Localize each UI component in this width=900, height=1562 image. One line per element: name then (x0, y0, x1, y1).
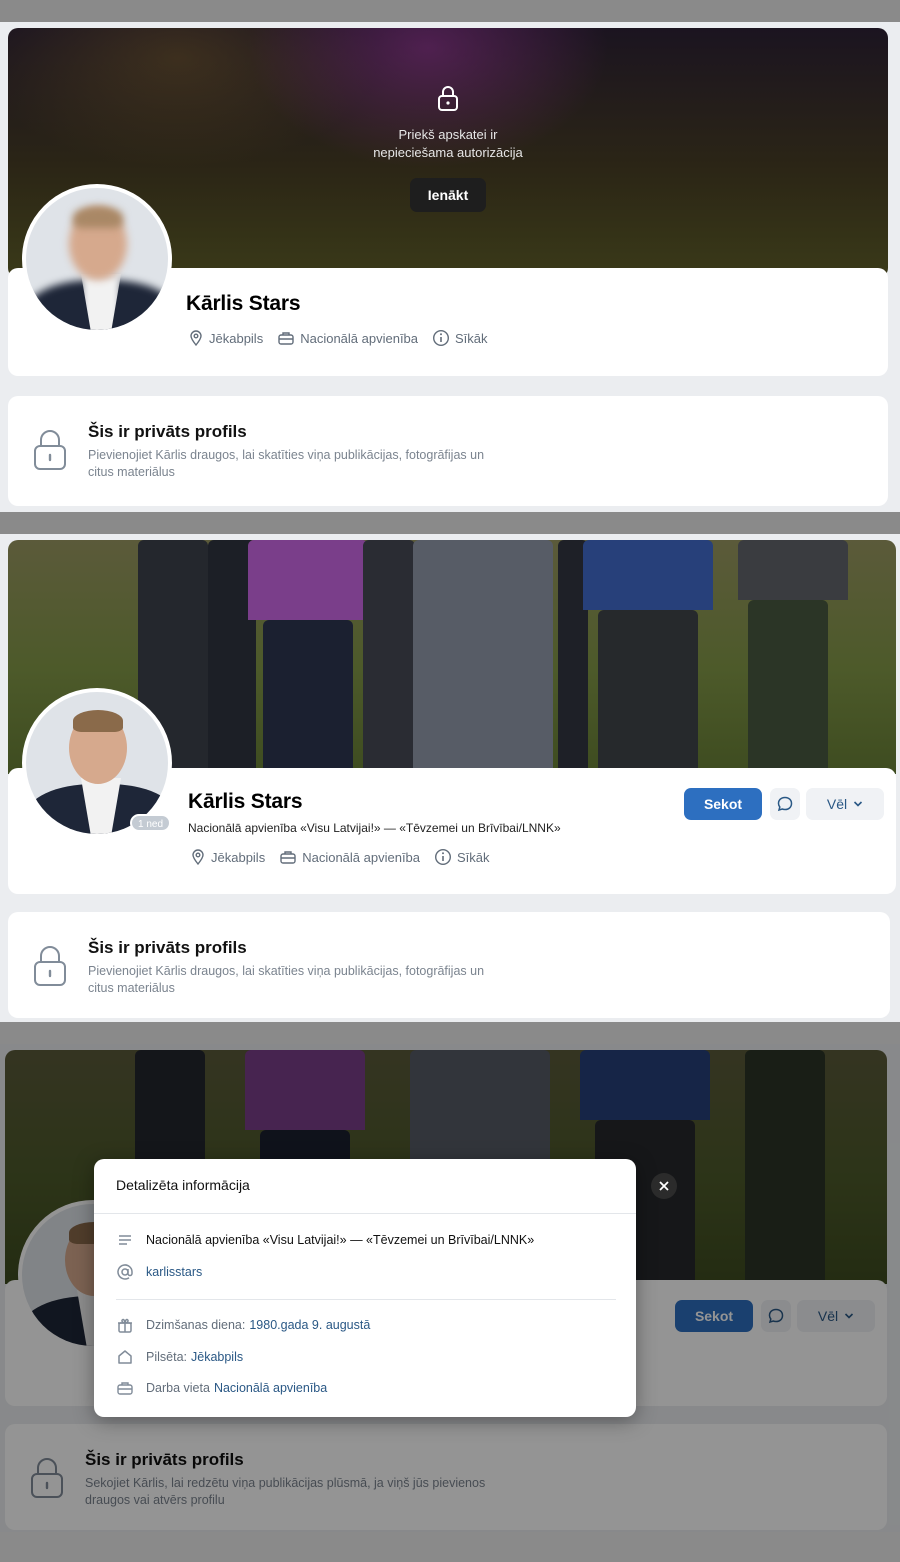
private-profile-description: Pievienojiet Kārlis draugos, lai skatīti… (88, 964, 485, 995)
screenshot-panel-details-modal: Sekot Vēl Šis ir privāts profils Sekojie… (0, 1044, 900, 1532)
divider (94, 1213, 636, 1214)
work-text: Nacionālā apvienība (302, 849, 421, 865)
profile-tagline: Nacionālā apvienība «Visu Latvijai!» — «… (188, 821, 561, 835)
more-label: Vēl (826, 796, 848, 812)
text-lines-icon (119, 1235, 131, 1245)
birthday-value[interactable]: 1980.gada 9. augustā (249, 1318, 370, 1332)
online-time-badge: 1 ned (130, 814, 172, 832)
details-modal: Detalizēta informācija Nacionālā apvienī… (94, 1159, 636, 1417)
location-pin-icon (190, 330, 202, 346)
auth-message-line2: nepieciešama autorizācija (373, 145, 523, 160)
avatar-blurred (22, 184, 172, 334)
screenshot-panel-logged-out: Priekš apskatei ir nepieciešama autorizā… (0, 22, 900, 512)
city-item: Jēkabpils (190, 849, 265, 865)
screenshot-panel-logged-in: Kārlis Stars Nacionālā apvienība «Visu L… (0, 534, 900, 1022)
location-pin-icon (192, 849, 204, 865)
work-item: Nacionālā apvienība (277, 330, 418, 346)
about-text: Nacionālā apvienība «Visu Latvijai!» — «… (146, 1233, 535, 1247)
birthday-label: Dzimšanas diena: (146, 1318, 246, 1332)
city-label: Pilsēta: (146, 1350, 187, 1364)
private-profile-title: Šis ir privāts profils (88, 938, 247, 957)
birthday-row: Dzimšanas diena: 1980.gada 9. augustā (116, 1316, 370, 1334)
briefcase-icon (117, 1382, 133, 1395)
at-sign-icon (117, 1264, 133, 1280)
work-label: Darba vieta (146, 1381, 210, 1395)
lock-icon (438, 86, 458, 111)
follow-button[interactable]: Sekot (684, 788, 762, 820)
work-item: Nacionālā apvienība (279, 849, 420, 865)
username-link[interactable]: karlisstars (146, 1265, 202, 1279)
city-text: Jēkabpils (211, 849, 266, 865)
profile-name: Kārlis Stars (186, 292, 301, 315)
message-bubble-icon (777, 796, 793, 812)
work-row: Darba vieta Nacionālā apvienība (116, 1380, 327, 1396)
work-text: Nacionālā apvienība (300, 330, 419, 346)
username-row: karlisstars (116, 1263, 202, 1281)
work-value[interactable]: Nacionālā apvienība (214, 1381, 327, 1395)
profile-actions: Sekot Vēl (684, 788, 884, 820)
auth-message: Priekš apskatei ir nepieciešama autorizā… (8, 126, 888, 162)
city-text: Jēkabpils (209, 330, 264, 346)
profile-name: Kārlis Stars (188, 790, 303, 813)
padlock-icon (34, 946, 66, 986)
private-profile-title: Šis ir privāts profils (88, 422, 247, 441)
login-button[interactable]: Ienākt (410, 178, 486, 212)
details-link-text: Sīkāk (457, 849, 490, 865)
divider (116, 1299, 616, 1300)
profile-meta: Jēkabpils Nacionālā apvienība Sīkāk (190, 848, 504, 866)
message-button[interactable] (770, 788, 800, 820)
private-profile-description: Pievienojiet Kārlis draugos, lai skatīti… (88, 448, 485, 479)
briefcase-icon (278, 332, 294, 345)
gift-icon (118, 1318, 132, 1333)
private-profile-card: Šis ir privāts profils Pievienojiet Kārl… (8, 912, 890, 1018)
padlock-icon (34, 430, 66, 470)
details-link[interactable]: Sīkāk (434, 848, 490, 866)
city-value[interactable]: Jēkabpils (191, 1350, 243, 1364)
chevron-down-icon (854, 801, 863, 807)
city-item: Jēkabpils (188, 330, 263, 346)
home-icon (118, 1350, 132, 1364)
modal-title: Detalizēta informācija (116, 1177, 250, 1193)
private-profile-card: Šis ir privāts profils Pievienojiet Kārl… (8, 396, 888, 506)
briefcase-icon (280, 851, 296, 864)
close-icon (659, 1181, 669, 1191)
auth-message-line1: Priekš apskatei ir (398, 127, 498, 142)
info-icon (435, 848, 452, 866)
close-modal-button[interactable] (651, 1173, 677, 1199)
details-link[interactable]: Sīkāk (432, 329, 488, 347)
more-button[interactable]: Vēl (806, 788, 884, 820)
info-icon (433, 329, 450, 347)
profile-meta: Jēkabpils Nacionālā apvienība Sīkāk (188, 329, 502, 347)
details-link-text: Sīkāk (455, 330, 488, 346)
about-row: Nacionālā apvienība «Visu Latvijai!» — «… (116, 1231, 534, 1249)
city-row: Pilsēta: Jēkabpils (116, 1348, 243, 1366)
